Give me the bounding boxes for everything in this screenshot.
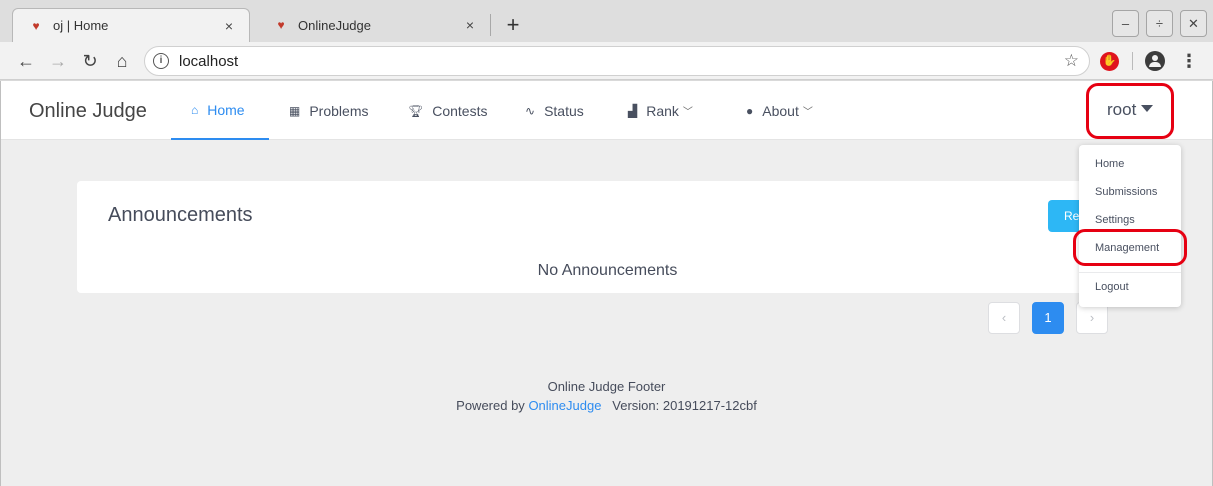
info-icon[interactable]: i: [153, 53, 169, 69]
address-bar[interactable]: i localhost ☆: [144, 46, 1090, 76]
site-header: Online Judge ⌂ Home ▦ Problems 🏆︎ Contes…: [1, 81, 1212, 140]
pagination-prev[interactable]: ‹: [988, 302, 1020, 334]
user-dropdown-menu: Home Submissions Settings Management Log…: [1079, 145, 1181, 307]
chevron-down-icon: ﹀: [802, 107, 813, 118]
close-window-button[interactable]: ✕: [1180, 10, 1207, 37]
dropdown-item-settings[interactable]: Settings: [1095, 214, 1135, 226]
nav-problems[interactable]: ▦ Problems: [269, 81, 388, 140]
back-arrow-icon[interactable]: ←: [14, 49, 38, 73]
dropdown-item-submissions[interactable]: Submissions: [1095, 186, 1157, 198]
onlinejudge-link[interactable]: OnlineJudge: [528, 398, 601, 413]
site-footer: Online Judge Footer Powered by OnlineJud…: [1, 377, 1212, 415]
toolbar-divider: [1132, 52, 1133, 70]
highlight-ring-user: [1086, 83, 1174, 139]
dropdown-item-logout[interactable]: Logout: [1095, 281, 1129, 293]
nav-label: Problems: [309, 102, 369, 119]
bookmark-star-icon[interactable]: ☆: [1064, 51, 1079, 71]
dropdown-divider: [1079, 272, 1181, 273]
nav-label: Status: [544, 102, 584, 119]
browser-toolbar: ← → ↻ ⌂ i localhost ☆ ✋ ⋮: [0, 42, 1213, 80]
nav-home[interactable]: ⌂ Home: [171, 81, 269, 140]
powered-prefix: Powered by: [456, 398, 525, 413]
browser-tab-onlinejudge[interactable]: ♥ OnlineJudge ×: [258, 8, 490, 42]
tab-title: OnlineJudge: [298, 17, 371, 33]
nav-label: About: [762, 102, 799, 119]
maximize-button[interactable]: ÷: [1146, 10, 1173, 37]
tab-title: oj | Home: [53, 18, 109, 33]
nav-label: Contests: [432, 102, 488, 119]
announcements-card: Announcements Refresh No Announcements: [77, 181, 1181, 293]
highlight-ring-management: [1073, 229, 1187, 266]
info-icon: ●: [746, 103, 754, 118]
forward-arrow-icon[interactable]: →: [46, 49, 70, 73]
chevron-down-icon: ﹀: [682, 107, 693, 118]
nav-rank[interactable]: ▟ Rank ﹀: [608, 81, 713, 140]
kebab-menu-icon[interactable]: ⋮: [1180, 50, 1198, 72]
announcements-title: Announcements: [108, 204, 253, 226]
close-icon[interactable]: ×: [221, 18, 237, 34]
footer-title: Online Judge Footer: [547, 379, 666, 394]
empty-message: No Announcements: [537, 262, 678, 279]
home-icon: ⌂: [191, 102, 199, 117]
oj-logo-icon: ♥: [32, 18, 40, 33]
nav-status[interactable]: ∿ Status: [505, 81, 604, 140]
browser-tab-home[interactable]: ♥ oj | Home ×: [12, 8, 250, 42]
nav-label: Home: [207, 101, 245, 118]
tab-divider: [490, 14, 491, 36]
nav-contests[interactable]: 🏆︎ Contests: [388, 81, 507, 140]
nav-label: Rank: [646, 102, 679, 119]
reload-icon[interactable]: ↻: [78, 49, 102, 73]
pulse-icon: ∿: [525, 103, 536, 118]
version-text: Version: 20191217-12cbf: [612, 398, 757, 413]
footer-powered: Powered by OnlineJudge Version: 20191217…: [1, 396, 1212, 415]
profile-icon[interactable]: [1145, 51, 1165, 71]
bar-chart-icon: ▟: [628, 103, 638, 118]
oj-logo-icon: ♥: [277, 18, 285, 32]
home-icon[interactable]: ⌂: [110, 49, 134, 73]
adblock-extension-icon[interactable]: ✋: [1100, 52, 1119, 71]
grid-icon: ▦: [289, 103, 301, 118]
page-viewport: Online Judge ⌂ Home ▦ Problems 🏆︎ Contes…: [0, 81, 1213, 486]
dropdown-item-home[interactable]: Home: [1095, 158, 1124, 170]
site-brand[interactable]: Online Judge: [29, 100, 147, 123]
browser-tabstrip: ♥ oj | Home × ♥ OnlineJudge × + – ÷ ✕: [0, 0, 1213, 42]
minimize-button[interactable]: –: [1112, 10, 1139, 37]
new-tab-button[interactable]: +: [500, 12, 526, 38]
trophy-icon: 🏆︎: [408, 103, 424, 118]
nav-about[interactable]: ● About ﹀: [726, 81, 833, 140]
close-icon[interactable]: ×: [462, 17, 478, 33]
address-url: localhost: [179, 53, 239, 70]
pagination-page-1[interactable]: 1: [1032, 302, 1064, 334]
